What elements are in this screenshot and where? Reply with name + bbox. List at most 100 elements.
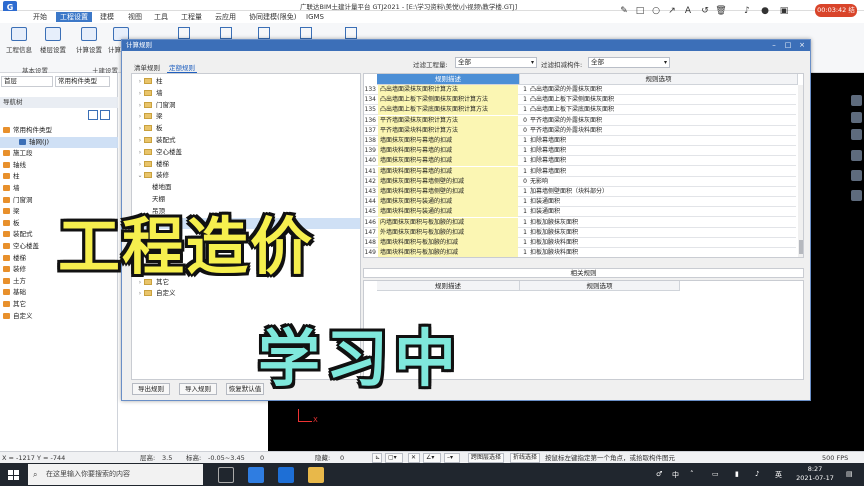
windows-start-icon[interactable] (8, 470, 19, 480)
camera-icon[interactable]: ▣ (778, 5, 790, 17)
rule-option-text[interactable]: 扣除幕墙面积 (528, 167, 788, 177)
tree-node[interactable]: › 板 (132, 123, 360, 134)
snap-box-icon[interactable]: ▢▾ (385, 453, 403, 463)
pen-icon[interactable]: ✎ (618, 5, 630, 17)
list-view-icon[interactable] (88, 110, 98, 120)
tree-node[interactable]: › 柱 (132, 76, 360, 87)
calc-settings-button[interactable]: 计算设置 (72, 25, 106, 61)
table-row[interactable]: 143 墙面块料面积与幕墙侧壁的扣减 1 加幕墙侧壁面积（块料部分） (364, 187, 796, 197)
filter-deduct-select[interactable]: 全部 ▾ (588, 57, 670, 68)
dash-icon[interactable]: –▾ (444, 453, 460, 463)
table-row[interactable]: 142 墙面抹灰面积与幕墙侧壁的扣减 0 无影响 (364, 176, 796, 187)
edge-browser-icon[interactable] (248, 467, 264, 483)
microphone-icon[interactable]: ● (759, 5, 771, 17)
project-info-button[interactable]: 工程信息 (2, 25, 36, 61)
grid-header-description[interactable]: 规则描述 (377, 74, 520, 85)
rule-option-text[interactable]: 扣除幕墙面积 (528, 146, 788, 156)
export-rules-button[interactable]: 导出规则 (132, 383, 170, 395)
table-row[interactable]: 149 墙面块料面积与板加腋的扣减 1 扣板加腋块料面积 (364, 248, 796, 257)
expand-icon[interactable]: › (136, 100, 144, 111)
recording-timer[interactable]: 00:03:42 结束 (815, 4, 857, 27)
edit-icon[interactable] (178, 27, 190, 39)
network-icon[interactable]: ▭ (712, 470, 719, 478)
tree-node[interactable]: › 门窗洞 (132, 100, 360, 111)
maximize-icon[interactable]: □ (783, 40, 793, 51)
tray-people-icon[interactable]: ♂ (656, 470, 662, 478)
ime-indicator[interactable]: 中 (672, 470, 679, 480)
nav-item[interactable]: 施工段 (0, 148, 118, 159)
tab-bill-rules[interactable]: 清单规则 (132, 63, 162, 73)
tree-node[interactable]: › 自定义 (132, 288, 360, 299)
rule-option-text[interactable]: 凸出墙面上板下梁侧面抹灰面积 (528, 95, 788, 105)
rules-grid[interactable]: 规则描述 规则选项 133 凸出墙面梁抹灰面积计算方法 1 凸出墙面梁的外露抹灰面积 1… (363, 73, 804, 258)
trash-icon[interactable]: 🗑 (715, 5, 727, 17)
menu-project-settings[interactable]: 工程设置 (56, 12, 92, 22)
tree-node[interactable]: › 墙 (132, 88, 360, 99)
expand-icon[interactable]: › (136, 123, 144, 134)
expand-icon[interactable]: › (136, 88, 144, 99)
filter-project-select[interactable]: 全部 ▾ (455, 57, 537, 68)
task-view-icon[interactable] (218, 467, 234, 483)
tile-view-icon[interactable] (100, 110, 110, 120)
rule-option-text[interactable]: 平齐墙面梁的外露抹灰面积 (528, 116, 788, 126)
nav-item[interactable]: 常用构件类型 (0, 125, 118, 136)
column-icon[interactable] (258, 27, 270, 39)
view-tool-5-icon[interactable] (851, 170, 862, 181)
expand-icon[interactable]: › (136, 159, 144, 170)
arrow-icon[interactable]: ↗ (666, 5, 678, 17)
lang-icon[interactable]: 英 (775, 470, 782, 480)
file-explorer-icon[interactable] (308, 467, 324, 483)
menu-view[interactable]: 视图 (124, 12, 146, 22)
table-row[interactable]: 135 凸出墙面上板下梁底面抹灰面积计算方法 1 凸出墙面上板下梁底面抹灰面积 (364, 105, 796, 116)
taskbar-search-input[interactable]: 在这里输入你要搜索的内容 (28, 464, 203, 485)
rule-option-text[interactable]: 扣装通面积 (528, 197, 788, 207)
expand-icon[interactable]: › (136, 111, 144, 122)
rule-option-text[interactable]: 扣板加腋抹灰面积 (528, 218, 788, 228)
rule-option-text[interactable]: 无影响 (528, 177, 788, 187)
rule-option-text[interactable]: 扣除幕墙面积 (528, 136, 788, 146)
table-row[interactable]: 147 外墙面抹灰面积与板加腋的扣减 1 扣板加腋抹灰面积 (364, 227, 796, 238)
rule-option-text[interactable]: 扣板加腋抹灰面积 (528, 228, 788, 238)
grid-scroll-thumb[interactable] (799, 240, 803, 254)
cloud-icon[interactable] (300, 27, 312, 39)
expand-icon[interactable]: ⌄ (136, 170, 144, 181)
tree-node[interactable]: › 梁 (132, 111, 360, 122)
rule-option-text[interactable]: 扣除幕墙面积 (528, 156, 788, 166)
table-row[interactable]: 140 墙面抹灰面积与幕墙的扣减 1 扣除幕墙面积 (364, 156, 796, 167)
nav-item[interactable]: 柱 (0, 171, 118, 182)
tree-node[interactable]: ⌄ 装修 (132, 170, 360, 181)
table-row[interactable]: 136 平齐墙面梁抹灰面积计算方法 0 平齐墙面梁的外露抹灰面积 (364, 115, 796, 126)
text-icon[interactable]: A (682, 5, 694, 17)
nav-item[interactable]: 其它 (0, 299, 118, 310)
rule-option-text[interactable]: 凸出墙面上板下梁底面抹灰面积 (528, 105, 788, 115)
table-row[interactable]: 133 凸出墙面梁抹灰面积计算方法 1 凸出墙面梁的外露抹灰面积 (364, 85, 796, 95)
tree-node[interactable]: › 空心楼盖 (132, 147, 360, 158)
menu-igms[interactable]: IGMS (302, 12, 328, 22)
view-tool-4-icon[interactable] (851, 150, 862, 161)
tree-node[interactable]: › 装配式 (132, 135, 360, 146)
edit2-icon[interactable] (220, 27, 232, 39)
grid-icon[interactable] (345, 27, 357, 39)
expand-icon[interactable]: › (136, 288, 144, 299)
rectangle-icon[interactable]: □ (634, 5, 646, 17)
view-tool-6-icon[interactable] (851, 190, 862, 201)
table-row[interactable]: 138 墙面抹灰面积与幕墙的扣减 1 扣除幕墙面积 (364, 136, 796, 146)
menu-collab[interactable]: 协同建模(限免) (245, 12, 300, 22)
table-row[interactable]: 145 墙面块料面积与装通的扣减 1 扣装通面积 (364, 207, 796, 218)
tray-chevron-icon[interactable]: ˄ (690, 470, 694, 478)
minimize-icon[interactable]: – (769, 40, 779, 51)
nav-item[interactable]: 轴网(J) (0, 136, 118, 148)
expand-icon[interactable]: › (136, 76, 144, 87)
expand-icon[interactable]: › (136, 147, 144, 158)
table-row[interactable]: 148 墙面块料面积与板加腋的扣减 1 扣板加腋块料面积 (364, 238, 796, 248)
polyline-select-button[interactable]: 折线选择 (510, 453, 541, 463)
floor-settings-button[interactable]: 楼层设置 (36, 25, 70, 61)
table-row[interactable]: 139 墙面块料面积与幕墙的扣减 1 扣除幕墙面积 (364, 146, 796, 157)
battery-icon[interactable]: ▮ (735, 470, 739, 478)
undo-icon[interactable]: ↺ (699, 5, 711, 17)
snap-ortho-icon[interactable]: ⊾ (372, 453, 382, 463)
rule-option-text[interactable]: 扣板加腋块料面积 (528, 238, 788, 248)
grid-scrollbar[interactable] (798, 85, 803, 257)
grid-header-option[interactable]: 规则选项 (520, 74, 798, 85)
nav-item[interactable]: 自定义 (0, 311, 118, 322)
